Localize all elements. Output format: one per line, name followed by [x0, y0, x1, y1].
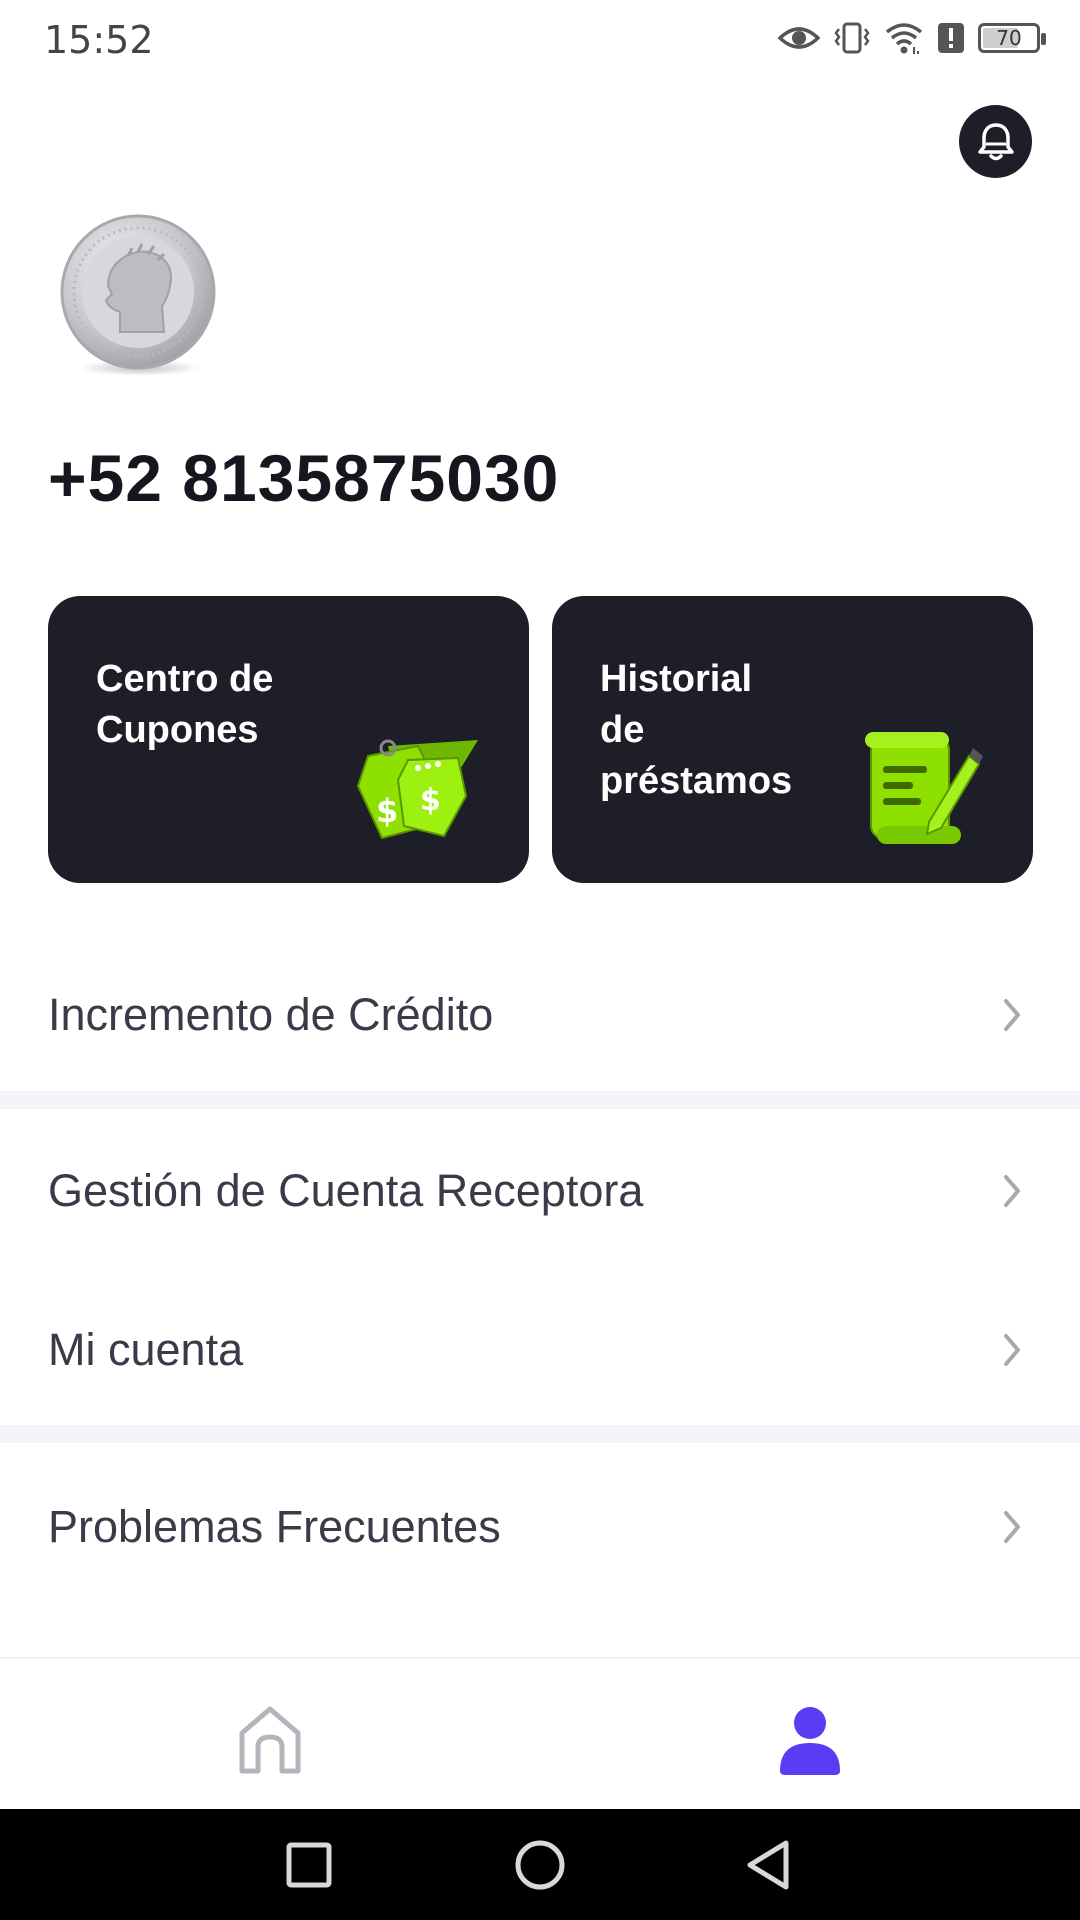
- nav-profile[interactable]: [770, 1699, 850, 1779]
- system-nav-bar: [0, 1809, 1080, 1920]
- phone-number: +52 8135875030: [48, 441, 560, 515]
- menu-item-label: Gestión de Cuenta Receptora: [48, 1165, 644, 1216]
- recent-apps-icon[interactable]: [281, 1837, 337, 1893]
- eye-icon: [778, 27, 820, 49]
- notification-button[interactable]: [959, 105, 1032, 178]
- home-circle-icon[interactable]: [512, 1837, 568, 1893]
- chevron-right-icon: [1004, 1511, 1020, 1543]
- coupon-center-title: Centro de Cupones: [96, 658, 274, 751]
- coin-avatar: [60, 214, 216, 376]
- bottom-nav: [0, 1657, 1080, 1809]
- status-bar: 15:52 70: [0, 0, 1080, 78]
- wifi-icon: [885, 23, 923, 54]
- coupon-tags-icon: $ $: [356, 739, 478, 840]
- chevron-right-icon: [1004, 1175, 1020, 1207]
- alert-icon: [938, 23, 964, 53]
- menu-item-my-account[interactable]: Mi cuenta: [0, 1275, 1080, 1425]
- svg-text:$: $: [420, 783, 441, 818]
- coupon-center-card[interactable]: Centro de Cupones $ $: [48, 596, 529, 883]
- status-time: 15:52: [44, 18, 154, 62]
- back-icon[interactable]: [742, 1837, 798, 1893]
- status-icons: 70: [778, 14, 1046, 62]
- svg-text:$: $: [376, 792, 398, 830]
- menu-item-label: Problemas Frecuentes: [48, 1501, 501, 1552]
- menu-item-label: Mi cuenta: [48, 1324, 244, 1375]
- bell-icon: [977, 122, 1014, 160]
- vibrate-icon: [834, 22, 870, 54]
- battery-level: 70: [996, 26, 1022, 50]
- loan-history-title: Historial de préstamos: [600, 658, 793, 802]
- avatar[interactable]: [58, 208, 218, 378]
- section-divider: [0, 1425, 1080, 1443]
- menu-item-faq[interactable]: Problemas Frecuentes: [0, 1452, 1080, 1602]
- profile-icon: [780, 1707, 840, 1775]
- chevron-right-icon: [1004, 1334, 1020, 1366]
- loan-history-card[interactable]: Historial de préstamos: [552, 596, 1033, 883]
- menu-item-label: Incremento de Crédito: [48, 989, 494, 1040]
- battery-icon: 70: [978, 23, 1046, 53]
- menu-item-receiving-account[interactable]: Gestión de Cuenta Receptora: [0, 1116, 1080, 1266]
- nav-home[interactable]: [230, 1699, 310, 1779]
- section-divider: [0, 1091, 1080, 1109]
- menu-item-credit-increase[interactable]: Incremento de Crédito: [0, 940, 1080, 1090]
- home-icon: [239, 1706, 301, 1774]
- scroll-pencil-icon: [865, 732, 983, 844]
- chevron-right-icon: [1004, 999, 1020, 1031]
